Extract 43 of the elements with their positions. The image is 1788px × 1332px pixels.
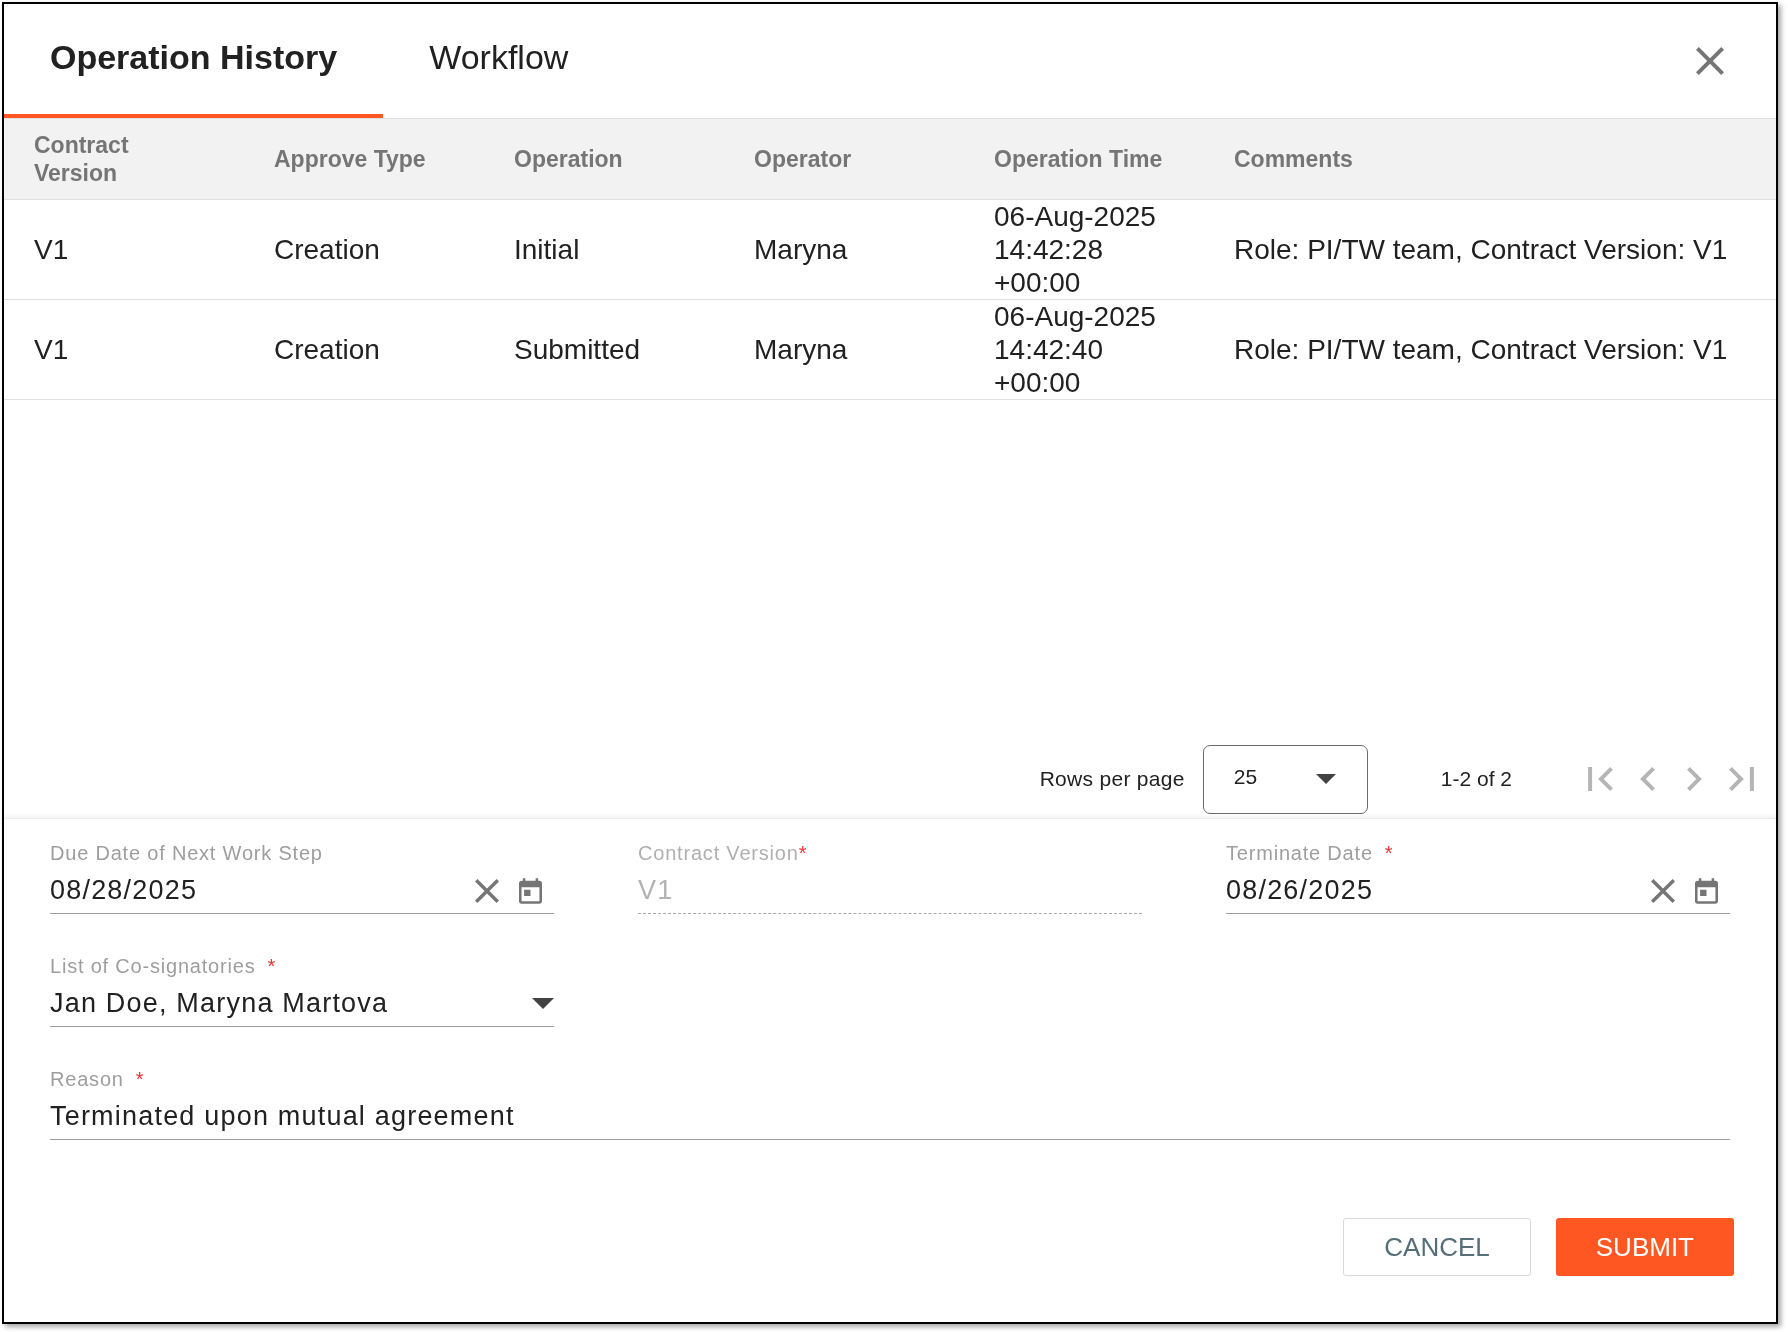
date-field[interactable]: 08/28/2025: [50, 865, 554, 914]
text-field[interactable]: Terminated upon mutual agreement: [50, 1091, 1730, 1140]
table-cell-text: Role: PI/TW team, Contract Version: V1: [1233, 233, 1729, 266]
table-cell-text: 06-Aug-2025 14:42:40 +00:00: [993, 300, 1157, 399]
select-field[interactable]: Jan Doe, Maryna Martova: [50, 978, 554, 1027]
rows-per-page-select[interactable]: 25: [1202, 744, 1368, 814]
table-cell-text: V1: [33, 233, 70, 266]
field-label: Due Date of Next Work Step: [50, 841, 323, 866]
required-mark: *: [135, 1067, 145, 1092]
required-mark: *: [1384, 841, 1394, 866]
clear-icon[interactable]: [475, 878, 499, 903]
close-icon[interactable]: [1696, 47, 1724, 75]
clear-icon[interactable]: [1651, 878, 1675, 903]
column-header: Approve Type: [273, 145, 427, 173]
calendar-icon[interactable]: [519, 877, 542, 904]
column-header: Operation: [513, 145, 624, 173]
table-cell-text: Initial: [513, 233, 581, 266]
table-cell-text: Submitted: [513, 333, 642, 366]
column-header: Contract Version: [33, 131, 130, 187]
calendar-icon[interactable]: [1695, 877, 1718, 904]
cancel-button[interactable]: CANCEL: [1343, 1218, 1531, 1276]
table-cell-text: Role: PI/TW team, Contract Version: V1: [1233, 333, 1729, 366]
table-cell-text: V1: [33, 333, 70, 366]
table-cell-text: Creation: [273, 333, 381, 366]
caret-icon[interactable]: [532, 998, 554, 1009]
required-mark: *: [267, 954, 277, 979]
column-header: Operator: [753, 145, 853, 173]
field-label: Contract Version: [638, 841, 799, 866]
caret-icon: [1315, 774, 1336, 784]
table-cell-text: Maryna: [753, 233, 849, 266]
field-label: Terminate Date: [1226, 841, 1373, 866]
column-header: Operation Time: [993, 145, 1164, 173]
field-label: List of Co-signatories: [50, 954, 256, 979]
rows-per-page-label: Rows per page: [1039, 766, 1185, 793]
field-label: Reason: [50, 1067, 124, 1092]
date-field[interactable]: 08/26/2025: [1226, 865, 1730, 914]
table-cell-text: Maryna: [753, 333, 849, 366]
table-cell-text: Creation: [273, 233, 381, 266]
page-range-text: 1-2 of 2: [1440, 766, 1512, 793]
column-header: Comments: [1233, 145, 1354, 173]
table-cell-text: 06-Aug-2025 14:42:28 +00:00: [993, 200, 1157, 299]
tab[interactable]: Workflow: [383, 4, 615, 118]
required-mark: *: [798, 841, 808, 866]
